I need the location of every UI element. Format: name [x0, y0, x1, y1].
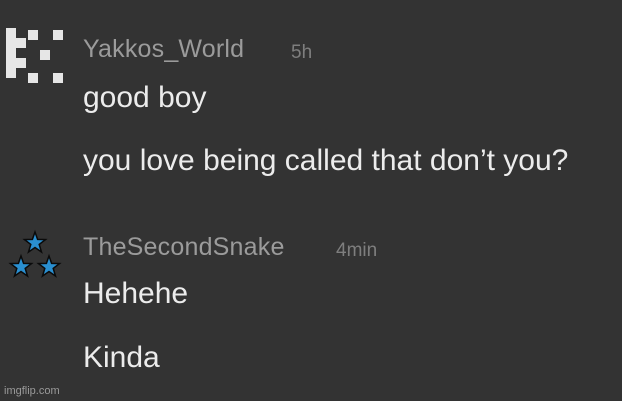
comment-message-line: Hehehe — [83, 277, 189, 310]
comment-username[interactable]: Yakkos_World — [83, 35, 244, 64]
comment-message-line: Kinda — [83, 341, 160, 374]
comment-message-line: good boy — [83, 81, 207, 114]
triple-blue-star-avatar-icon[interactable] — [6, 226, 64, 284]
comment-item: Yakkos_World 5h good boy you love being … — [0, 0, 622, 200]
comment-timestamp: 4min — [336, 240, 378, 261]
watermark-text: imgflip.com — [4, 385, 60, 397]
comment-timestamp: 5h — [291, 42, 313, 63]
pixel-pattern-avatar-icon[interactable] — [6, 28, 66, 88]
comment-username[interactable]: TheSecondSnake — [83, 233, 285, 262]
comment-item: TheSecondSnake 4min Hehehe Kinda — [0, 200, 622, 401]
comment-message-line: you love being called that don’t you? — [83, 144, 569, 177]
